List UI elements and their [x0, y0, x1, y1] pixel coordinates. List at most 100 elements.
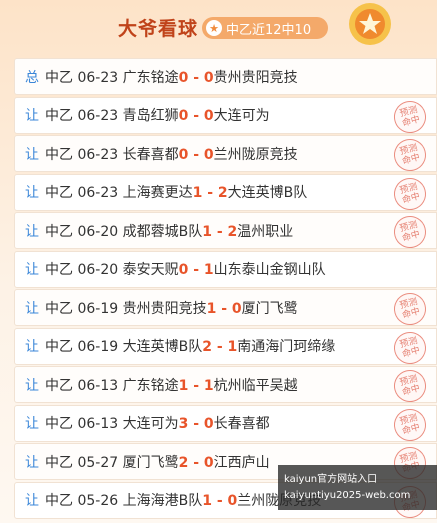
match-date: 06-19 — [77, 339, 119, 355]
list-item[interactable]: 让中乙 06-19 贵州贵阳竞技1 - 0厦门飞鹭 预测 命中 — [14, 289, 437, 329]
score-separator: - — [211, 493, 228, 509]
list-item[interactable]: 让中乙 06-23 长春喜都0 - 0兰州陇原竞技 预测 命中 — [14, 135, 437, 175]
header: 大爷看球 ★ 中乙近12中10 — [0, 0, 437, 56]
match-league: 中乙 — [45, 223, 73, 240]
home-score: 1 — [206, 300, 217, 317]
away-team: 厦门飞鹭 — [241, 300, 298, 317]
match-date: 06-13 — [77, 377, 119, 394]
home-score: 1 — [192, 185, 203, 201]
prediction-hit-stamp: 预测命中 — [390, 327, 430, 368]
home-score: 2 — [202, 339, 212, 355]
match-summary: 中乙 06-23 上海赛更达1 - 2大连英博B队 — [45, 182, 307, 202]
home-team: 贵州贵阳竞技 — [122, 300, 207, 317]
away-team: 大连可为 — [213, 108, 270, 124]
prediction-hit-stamp: 预测命中 — [390, 135, 430, 175]
score-separator: - — [188, 69, 204, 86]
prediction-list: 总中乙 06-23 广东铭途0 - 0贵州贵阳竞技让中乙 06-23 青岛红狮0… — [14, 58, 437, 522]
away-team: 杭州临平吴越 — [213, 377, 298, 394]
away-score: 2 — [227, 223, 238, 240]
score-separator: - — [211, 339, 228, 355]
score-separator: - — [188, 377, 204, 394]
bet-type-tag: 让 — [25, 339, 39, 355]
home-team: 泰安天贶 — [122, 262, 179, 278]
bet-type-tag: 让 — [25, 223, 39, 240]
list-item[interactable]: 让中乙 06-20 泰安天贶0 - 1山东泰山金钢山队 — [14, 250, 437, 288]
prediction-hit-stamp: 预测命中 — [390, 404, 430, 445]
away-score: 0 — [203, 146, 214, 163]
match-league: 中乙 — [45, 454, 73, 471]
away-team: 江西庐山 — [213, 454, 270, 471]
home-score: 1 — [202, 493, 212, 509]
match-date: 06-23 — [77, 146, 119, 163]
away-score: 0 — [227, 493, 238, 509]
prediction-hit-stamp: 预测命中 — [390, 366, 430, 406]
away-team: 温州职业 — [237, 223, 294, 240]
bet-type-tag: 让 — [25, 185, 39, 201]
match-summary: 中乙 06-23 青岛红狮0 - 0大连可为 — [45, 105, 270, 125]
match-summary: 中乙 06-13 广东铭途1 - 1杭州临平吴越 — [45, 375, 298, 395]
list-item[interactable]: 让中乙 06-20 成都蓉城B队1 - 2温州职业 预测 命中 — [14, 212, 437, 252]
away-team: 南通海门珂缔缘 — [237, 339, 336, 355]
match-summary: 中乙 06-23 广东铭途0 - 0贵州贵阳竞技 — [45, 67, 298, 87]
match-date: 06-20 — [77, 262, 119, 278]
list-item[interactable]: 让中乙 06-23 上海赛更达1 - 2大连英博B队 预测 命中 — [14, 173, 437, 214]
away-score: 0 — [231, 300, 242, 317]
medal-icon — [349, 3, 391, 45]
score-separator: - — [216, 300, 232, 317]
hit-rate-badge: ★ 中乙近12中10 — [202, 17, 328, 39]
match-date: 06-23 — [77, 69, 119, 86]
match-league: 中乙 — [45, 300, 73, 317]
prediction-hit-stamp: 预测命中 — [390, 289, 430, 329]
home-score: 3 — [178, 416, 189, 432]
match-league: 中乙 — [45, 262, 73, 278]
predictions-panel: 大爷看球 ★ 中乙近12中10 总中乙 06-23 广东铭途0 - 0贵州贵阳竞… — [0, 0, 437, 523]
match-league: 中乙 — [45, 146, 73, 163]
bet-type-tag: 让 — [25, 416, 39, 432]
home-team: 青岛红狮 — [122, 108, 179, 124]
away-score: 0 — [203, 108, 214, 124]
score-separator: - — [188, 146, 204, 163]
match-league: 中乙 — [45, 185, 73, 201]
home-team: 大连可为 — [122, 416, 179, 432]
score-separator: - — [211, 223, 228, 240]
match-league: 中乙 — [45, 377, 73, 394]
home-team: 成都蓉城B队 — [122, 223, 203, 240]
away-score: 1 — [227, 339, 238, 355]
score-separator: - — [188, 108, 204, 124]
match-summary: 中乙 05-27 厦门飞鹭2 - 0江西庐山 — [45, 452, 270, 472]
home-team: 大连英博B队 — [122, 339, 203, 355]
bet-type-tag: 让 — [25, 262, 39, 278]
match-date: 06-20 — [77, 223, 119, 240]
bet-type-tag: 让 — [25, 454, 39, 471]
away-score: 1 — [203, 262, 214, 278]
match-summary: 中乙 06-23 长春喜都0 - 0兰州陇原竞技 — [45, 144, 298, 164]
hit-rate-label: 中乙近12中10 — [226, 22, 312, 38]
match-summary: 中乙 06-20 成都蓉城B队1 - 2温州职业 — [45, 221, 293, 241]
home-team: 上海海港B队 — [122, 493, 203, 509]
list-item[interactable]: 让中乙 06-23 青岛红狮0 - 0大连可为 预测 命中 — [14, 96, 437, 137]
home-team: 广东铭途 — [122, 69, 179, 86]
bet-type-tag: 让 — [25, 300, 39, 317]
score-separator: - — [188, 416, 204, 432]
list-item[interactable]: 总中乙 06-23 广东铭途0 - 0贵州贵阳竞技 — [14, 58, 437, 95]
match-date: 05-26 — [77, 493, 119, 509]
home-score: 0 — [178, 146, 189, 163]
match-league: 中乙 — [45, 416, 73, 432]
away-score: 2 — [217, 185, 228, 201]
match-date: 06-13 — [77, 416, 119, 432]
away-score: 0 — [203, 69, 214, 86]
match-league: 中乙 — [45, 69, 73, 86]
home-team: 厦门飞鹭 — [122, 454, 179, 471]
match-summary: 中乙 06-19 贵州贵阳竞技1 - 0厦门飞鹭 — [45, 298, 298, 318]
prediction-hit-stamp: 预测命中 — [390, 212, 430, 252]
list-item[interactable]: 让中乙 06-19 大连英博B队2 - 1南通海门珂缔缘 预测 命中 — [14, 327, 437, 368]
away-team: 大连英博B队 — [227, 185, 308, 201]
match-date: 06-23 — [77, 108, 119, 124]
list-item[interactable]: 让中乙 06-13 大连可为3 - 0长春喜都 预测 命中 — [14, 404, 437, 445]
page-title: 大爷看球 — [118, 18, 199, 40]
match-date: 06-23 — [77, 185, 119, 201]
match-date: 06-19 — [77, 300, 119, 317]
list-item[interactable]: 让中乙 06-13 广东铭途1 - 1杭州临平吴越 预测 命中 — [14, 366, 437, 406]
away-score: 1 — [203, 377, 214, 394]
bet-type-tag: 让 — [25, 493, 39, 509]
